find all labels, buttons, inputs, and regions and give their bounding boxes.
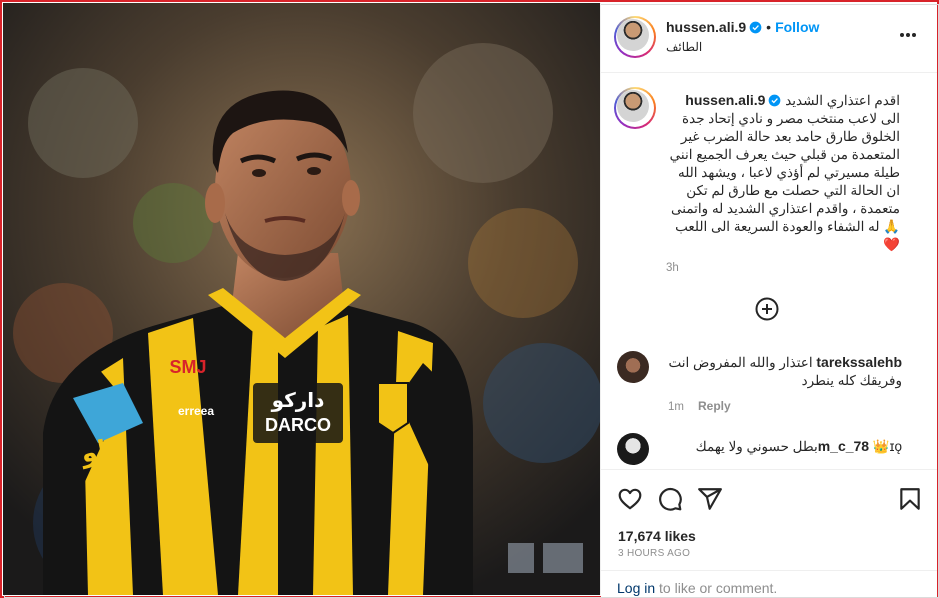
comment-item: tarekssalehb اعتذار والله المفروض انت وف… <box>615 351 925 421</box>
header-username[interactable]: hussen.ali.9 <box>666 19 746 35</box>
post-location[interactable]: الطائف <box>666 40 702 54</box>
watermark-logo-icon <box>508 543 534 573</box>
jersey-sponsor-arabic: دارکو <box>271 388 325 412</box>
caption-block: hussen.ali.9 اقدم اعتذاري الشديد الى لاع… <box>666 91 900 274</box>
bookmark-icon[interactable] <box>897 486 923 512</box>
login-prompt: Log in to like or comment. <box>601 570 937 598</box>
caption-text: hussen.ali.9 اقدم اعتذاري الشديد الى لاع… <box>666 91 900 254</box>
plus-circle-icon[interactable] <box>755 297 779 321</box>
comment-avatar[interactable] <box>617 351 649 383</box>
login-link[interactable]: Log in <box>617 580 655 596</box>
likes-count[interactable]: 17,674 likes <box>618 528 696 544</box>
comment-text: tarekssalehb اعتذار والله المفروض انت وف… <box>666 353 902 390</box>
more-options-icon[interactable] <box>897 27 919 43</box>
club-crest-icon <box>377 382 409 435</box>
post-header: hussen.ali.9 • Follow الطائف <box>601 3 937 73</box>
follow-button[interactable]: Follow <box>775 19 819 35</box>
comment-username[interactable]: tarekssalehb <box>816 354 902 370</box>
author-avatar[interactable] <box>614 16 656 58</box>
login-prompt-text: to like or comment. <box>655 580 778 596</box>
comment-username[interactable]: m_c_78 <box>818 438 869 454</box>
comment-text: m_c_78 👑ɪǫ بطل حسوني ولا يهمك <box>666 437 902 456</box>
comment-badge: 👑ɪǫ <box>872 439 902 454</box>
caption-avatar[interactable] <box>614 87 656 129</box>
caption-username[interactable]: hussen.ali.9 <box>685 92 765 108</box>
sleeve-sponsor-label: SMJ <box>169 357 206 377</box>
comment-icon[interactable] <box>657 486 683 512</box>
reply-button[interactable]: Reply <box>698 399 731 413</box>
caption-time: 3h <box>666 262 679 274</box>
comment-time: 1m <box>668 401 684 413</box>
comment-body: بطل حسوني ولا يهمك <box>695 439 818 454</box>
comment-item: m_c_78 👑ɪǫ بطل حسوني ولا يهمك <box>615 433 925 469</box>
post-side-panel: hussen.ali.9 • Follow الطائف hussen.ali.9 … <box>600 3 937 597</box>
header-user-row: hussen.ali.9 • Follow <box>666 19 819 37</box>
verified-badge-icon <box>769 94 781 107</box>
posted-time: 3 HOURS AGO <box>618 548 691 559</box>
player-illustration: دارکو DARCO erreea SMJ يلو <box>3 3 600 595</box>
heart-icon[interactable] <box>617 486 643 512</box>
header-separator: • <box>766 19 772 35</box>
comment-meta: 1m Reply <box>668 399 731 413</box>
verified-badge-icon <box>749 21 762 34</box>
share-icon[interactable] <box>697 486 723 512</box>
jersey-sponsor-latin: DARCO <box>265 415 331 435</box>
watermark-crest-icon <box>543 543 583 573</box>
post-photo[interactable]: دارکو DARCO erreea SMJ يلو <box>3 3 600 595</box>
comment-avatar[interactable] <box>617 433 649 465</box>
post-actions: 17,674 likes 3 HOURS AGO Log in to like … <box>601 469 937 597</box>
kit-maker-label: erreea <box>178 404 214 418</box>
caption-body: اقدم اعتذاري الشديد الى لاعب منتخب مصر و… <box>669 93 900 252</box>
